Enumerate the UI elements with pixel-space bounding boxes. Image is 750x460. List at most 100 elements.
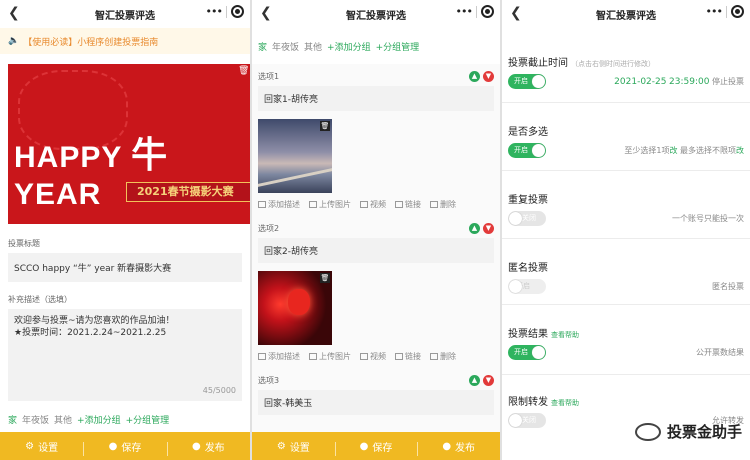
publish-button[interactable]: ● 发布: [417, 439, 500, 456]
options-panel: ❮ 智汇投票评选 ••• 家 年夜饭 其他 +添加分组 +分组管理 选项1 ▲ ▼…: [252, 0, 500, 460]
close-miniprogram-icon[interactable]: [231, 5, 244, 18]
notice-text: 【使用必读】小程序创建投票指南: [23, 37, 159, 48]
deadline-title: 投票截止时间: [508, 58, 568, 69]
deadline-toggle[interactable]: 开启: [508, 74, 546, 89]
back-icon[interactable]: ❮: [510, 5, 522, 21]
gear-icon: ⚙: [276, 440, 286, 452]
back-icon[interactable]: ❮: [8, 5, 20, 21]
result-toggle[interactable]: 开启: [508, 345, 546, 360]
move-down-icon[interactable]: ▼: [483, 374, 494, 386]
more-icon[interactable]: •••: [456, 5, 473, 18]
delete-option-button[interactable]: 删除: [430, 351, 456, 362]
anonymous-title: 匿名投票: [508, 263, 548, 274]
move-down-icon[interactable]: ▼: [483, 222, 494, 234]
group-tab-new-year[interactable]: 年夜饭: [22, 413, 49, 426]
more-icon[interactable]: •••: [706, 5, 723, 18]
group-tab-other[interactable]: 其他: [304, 40, 322, 53]
more-icon[interactable]: •••: [206, 5, 223, 18]
anonymous-toggle[interactable]: 开启: [508, 279, 546, 294]
group-tab-home[interactable]: 家: [258, 40, 267, 53]
desc-line-2: ★投票时间：2021.2.24~2021.2.25: [14, 328, 167, 338]
option-name-input[interactable]: 回家-韩美玉: [258, 390, 494, 415]
save-button[interactable]: ● 保存: [83, 439, 166, 456]
repeat-vote-desc: 一个账号只能投一次: [672, 214, 744, 223]
desc-textarea[interactable]: 欢迎参与投票~请为您喜欢的作品加油！ ★投票时间：2021.2.24~2021.…: [8, 309, 242, 401]
publish-button[interactable]: ● 发布: [166, 439, 250, 456]
group-tab-new-year[interactable]: 年夜饭: [272, 40, 299, 53]
result-title: 投票结果: [508, 329, 548, 340]
move-down-icon[interactable]: ▼: [483, 70, 494, 82]
manage-group-link[interactable]: +分组管理: [126, 413, 170, 426]
page-title: 智汇投票评选: [95, 10, 155, 22]
move-up-icon[interactable]: ▲: [469, 222, 480, 234]
upload-image-button[interactable]: 上传图片: [309, 199, 351, 210]
option-header: 选项2 ▲ ▼: [252, 220, 500, 236]
move-up-icon[interactable]: ▲: [469, 70, 480, 82]
add-desc-button[interactable]: 添加描述: [258, 351, 300, 362]
pier-shape: [258, 168, 332, 187]
save-icon: ●: [359, 440, 369, 452]
bottom-action-bar: ⚙ 设置 ● 保存 ● 发布: [0, 432, 250, 460]
option-name-input[interactable]: 回家1-胡传亮: [258, 86, 494, 111]
deadline-value[interactable]: 2021-02-25 23:59:00 停止投票: [614, 76, 744, 87]
delete-cover-icon[interactable]: 🗑: [238, 66, 249, 76]
edit-max-link[interactable]: 改: [736, 146, 744, 155]
group-tabs: 家 年夜饭 其他 +添加分组 +分组管理: [252, 28, 500, 64]
gear-icon: ⚙: [25, 440, 35, 452]
nav-bar: ❮ 智汇投票评选 •••: [252, 0, 500, 28]
group-tab-other[interactable]: 其他: [54, 413, 72, 426]
add-desc-button[interactable]: 添加描述: [258, 199, 300, 210]
add-group-link[interactable]: +添加分组: [77, 413, 121, 426]
move-up-icon[interactable]: ▲: [469, 374, 480, 386]
forward-help-link[interactable]: 查看帮助: [551, 398, 579, 408]
char-counter: 45/5000: [202, 386, 236, 395]
link-button[interactable]: 链接: [395, 351, 421, 362]
video-button[interactable]: 视频: [360, 199, 386, 210]
capsule-divider: [226, 5, 227, 18]
nav-bar: ❮ 智汇投票评选 •••: [502, 0, 750, 28]
banner-subtitle: 2021春节摄影大赛: [126, 182, 250, 202]
desc-line-1: 欢迎参与投票~请为您喜欢的作品加油！: [14, 316, 175, 326]
multi-select-toggle[interactable]: 开启: [508, 143, 546, 158]
option-header: 选项1 ▲ ▼: [252, 68, 500, 84]
multi-select-title: 是否多选: [508, 127, 548, 138]
close-miniprogram-icon[interactable]: [481, 5, 494, 18]
publish-icon: ●: [191, 440, 201, 452]
lantern-shape: [288, 289, 310, 315]
capsule-divider: [476, 5, 477, 18]
delete-option-button[interactable]: 删除: [430, 199, 456, 210]
delete-photo-icon[interactable]: 🗑: [320, 121, 330, 131]
save-icon: ●: [108, 440, 118, 452]
video-button[interactable]: 视频: [360, 351, 386, 362]
repeat-vote-setting: 重复投票 关闭 一个账号只能投一次: [502, 171, 750, 239]
cover-banner[interactable]: HAPPY 牛YEAR 2021春节摄影大赛 🗑: [8, 64, 250, 224]
repeat-vote-toggle[interactable]: 关闭: [508, 211, 546, 226]
capsule-menu: •••: [456, 5, 494, 18]
option-actions: 添加描述 上传图片 视频 链接 删除: [252, 193, 500, 210]
settings-button[interactable]: ⚙ 设置: [0, 439, 83, 454]
link-button[interactable]: 链接: [395, 199, 421, 210]
result-help-link[interactable]: 查看帮助: [551, 330, 579, 340]
option-name-input[interactable]: 回家2-胡传亮: [258, 238, 494, 263]
option-photo[interactable]: 🗑: [258, 119, 332, 193]
manage-group-link[interactable]: +分组管理: [376, 40, 420, 53]
result-desc: 公开票数结果: [696, 348, 744, 357]
capsule-menu: •••: [206, 5, 244, 18]
delete-photo-icon[interactable]: 🗑: [320, 273, 330, 283]
option-photo[interactable]: 🗑: [258, 271, 332, 345]
forward-toggle[interactable]: 关闭: [508, 413, 546, 428]
add-group-link[interactable]: +添加分组: [327, 40, 371, 53]
edit-min-link[interactable]: 改: [669, 146, 677, 155]
settings-button[interactable]: ⚙ 设置: [252, 439, 335, 454]
close-miniprogram-icon[interactable]: [731, 5, 744, 18]
group-tab-home[interactable]: 家: [8, 413, 17, 426]
upload-image-button[interactable]: 上传图片: [309, 351, 351, 362]
usage-notice[interactable]: 🔈 【使用必读】小程序创建投票指南: [0, 28, 250, 54]
save-button[interactable]: ● 保存: [334, 439, 418, 456]
edit-panel: ❮ 智汇投票评选 ••• 🔈 【使用必读】小程序创建投票指南 HAPPY 牛YE…: [0, 0, 250, 460]
title-input[interactable]: SCCO happy “牛” year 新春摄影大赛: [8, 253, 242, 282]
deadline-hint: （点击右侧时间进行修改）: [571, 60, 655, 68]
option-actions: 添加描述 上传图片 视频 链接 删除: [252, 345, 500, 362]
back-icon[interactable]: ❮: [260, 5, 272, 21]
forward-setting: 限制转发 查看帮助 关闭 允许转发: [502, 375, 750, 455]
